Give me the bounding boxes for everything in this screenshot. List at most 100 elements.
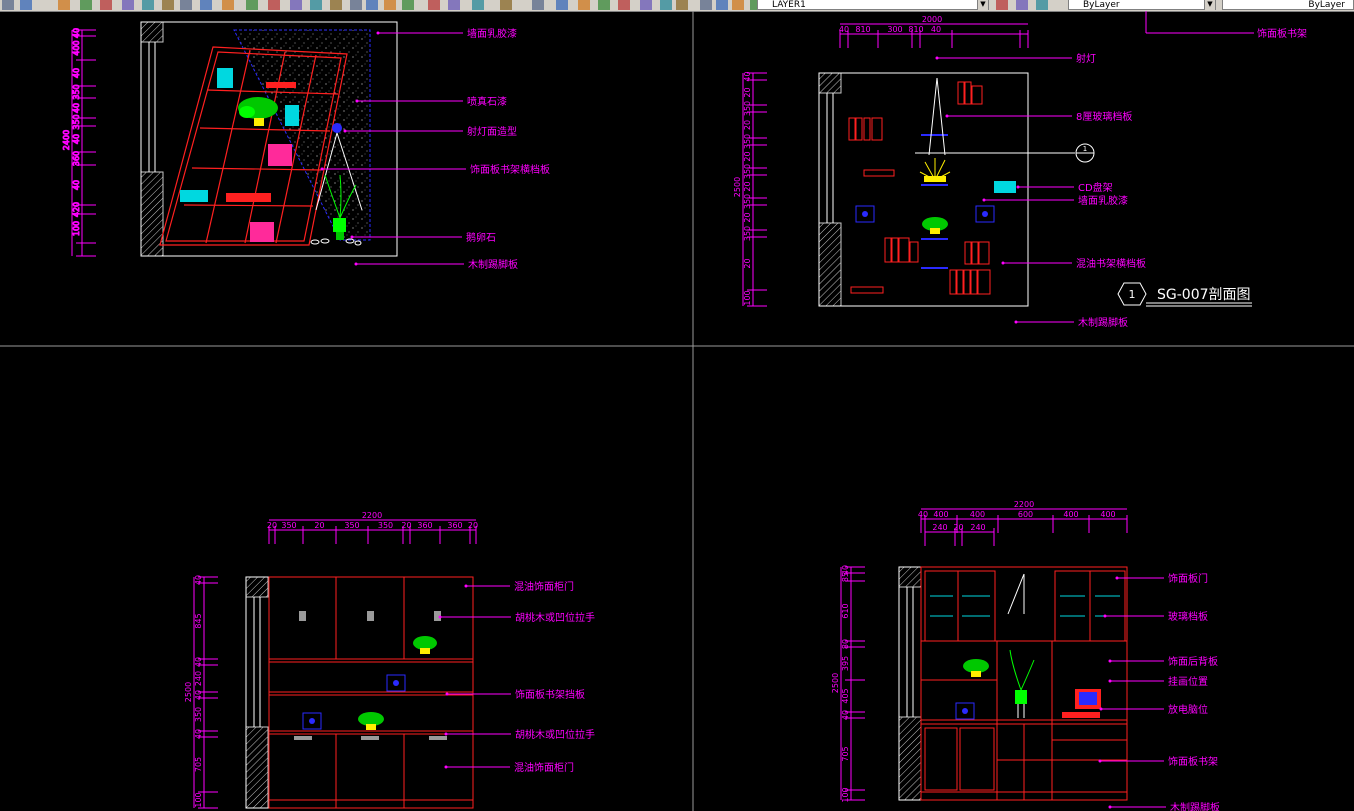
dimension-text: 400 xyxy=(970,510,985,519)
dimension-text: 20 xyxy=(743,87,752,97)
toolbar-tool-icon[interactable] xyxy=(330,0,342,10)
annotation-label: 鹅卵石 xyxy=(466,231,496,244)
toolbar-tool-icon[interactable] xyxy=(1036,0,1048,10)
annotation-label: 饰面板书架挡板 xyxy=(515,688,585,701)
dimension-text: 40 xyxy=(72,180,81,190)
dimension-text: 20 xyxy=(401,521,411,530)
drawing-canvas[interactable]: 40400403504035040360404201002400 墙面乳胶漆喷真… xyxy=(0,11,1354,811)
viewport-borders xyxy=(0,11,1354,811)
toolbar-tool-icon[interactable] xyxy=(162,0,174,10)
toolbar-tool-icon[interactable] xyxy=(402,0,414,10)
books-icon xyxy=(268,144,292,166)
toolbar-tool-icon[interactable] xyxy=(20,0,32,10)
toolbar-tool-icon[interactable] xyxy=(428,0,440,10)
toolbar-tool-icon[interactable] xyxy=(100,0,112,10)
toolbar-tool-icon[interactable] xyxy=(1016,0,1028,10)
annotation-label: 胡桃木或凹位拉手 xyxy=(515,611,595,624)
toolbar-tool-icon[interactable] xyxy=(350,0,362,10)
books-icon xyxy=(180,190,208,202)
annotation-label: 挂画位置 xyxy=(1168,675,1208,688)
toolbar-tool-icon[interactable] xyxy=(80,0,92,10)
toolbar-tool-icon[interactable] xyxy=(290,0,302,10)
dimension-text: 360 xyxy=(417,521,432,530)
viewport-top-right[interactable]: 1 1 SG-007剖面图 饰面板书架 40 810 300 810 402000402… xyxy=(733,11,1307,329)
ornament-icon xyxy=(302,674,406,730)
toolbar-tool-icon[interactable] xyxy=(180,0,192,10)
toolbar-tool-icon[interactable] xyxy=(58,0,70,10)
books-icon xyxy=(848,81,991,295)
linetype-combo[interactable]: ByLayer xyxy=(1222,0,1354,10)
toolbar-tool-icon[interactable] xyxy=(142,0,154,10)
viewport-top-left[interactable]: 40400403504035040360404201002400 墙面乳胶漆喷真… xyxy=(62,21,550,271)
viewport-bottom-right[interactable]: 40 400 400 600 400 400 2200 240 20 240 40 85 610 80 39… xyxy=(831,500,1220,811)
dimension-text: 405 xyxy=(841,688,850,703)
wall-hatch-bottom xyxy=(898,716,922,801)
toolbar-tool-icon[interactable] xyxy=(716,0,728,10)
toolbar-tool-icon[interactable] xyxy=(200,0,212,10)
bonsai-plant-icon xyxy=(963,659,989,677)
books-icon xyxy=(285,105,299,126)
dimension-text: 350 xyxy=(743,194,752,209)
toolbar-tool-icon[interactable] xyxy=(640,0,652,10)
toolbar-tool-icon[interactable] xyxy=(556,0,568,10)
viewport-bottom-left[interactable]: 20 350 20 350 350 20 360 360 20 2200 40 845 40 240 40 3… xyxy=(184,511,595,809)
dimension-text: 20 xyxy=(743,212,752,222)
dimension-text: 350 xyxy=(281,521,296,530)
dimension-text: 350 xyxy=(743,226,752,241)
dimension-text: 420 xyxy=(72,202,81,217)
wall-hatch-top xyxy=(140,21,164,43)
toolbar-tool-icon[interactable] xyxy=(700,0,712,10)
toolbar-tool-icon[interactable] xyxy=(2,0,14,10)
annotation-label: 墙面乳胶漆 xyxy=(1078,194,1128,207)
layer-combo[interactable]: LAYER1 ▼ xyxy=(757,0,989,10)
color-combo-arrow-icon[interactable]: ▼ xyxy=(1204,0,1215,10)
bonsai-plant-icon xyxy=(922,217,948,234)
toolbar-tool-icon[interactable] xyxy=(676,0,688,10)
layer-combo-arrow-icon[interactable]: ▼ xyxy=(977,0,988,10)
annotation-label: 玻璃档板 xyxy=(1168,610,1208,623)
toolbar-tool-icon[interactable] xyxy=(598,0,610,10)
toolbar-tool-icon[interactable] xyxy=(996,0,1008,10)
dimension-total: 2200 xyxy=(362,511,382,520)
dimension-text: 350 xyxy=(743,134,752,149)
toolbar-tool-icon[interactable] xyxy=(500,0,512,10)
toolbar-tool-icon[interactable] xyxy=(246,0,258,10)
dimension-total: 2500 xyxy=(733,177,742,197)
toolbar-tool-icon[interactable] xyxy=(618,0,630,10)
toolbar-tool-icon[interactable] xyxy=(472,0,484,10)
color-combo-value: ByLayer xyxy=(1083,0,1120,10)
dimension-text: 40 xyxy=(72,134,81,144)
annotation-label: CD盘架 xyxy=(1078,181,1113,194)
toolbar-tool-icon[interactable] xyxy=(384,0,396,10)
section-title: SG-007剖面图 xyxy=(1157,287,1251,303)
toolbar-tool-icon[interactable] xyxy=(310,0,322,10)
vase-plant-icon xyxy=(1009,649,1035,718)
dimension-text: 350 xyxy=(194,707,203,722)
annotation-label: 木制踢脚板 xyxy=(1170,801,1220,811)
toolbar-tool-icon[interactable] xyxy=(366,0,378,10)
dimension-text: 810 xyxy=(908,25,923,34)
dimension-text: 400 xyxy=(72,40,81,55)
dimension-text: 20 xyxy=(314,521,324,530)
dimension-text: 100 xyxy=(743,290,752,305)
wall-hatch-bottom xyxy=(245,726,269,809)
toolbar-tool-icon[interactable] xyxy=(448,0,460,10)
annotation-label: 饰面板书架横档板 xyxy=(470,163,550,176)
dimension-text: 20 xyxy=(743,181,752,191)
dimension-total: 2500 xyxy=(184,682,193,702)
dimension-text: 240 xyxy=(194,671,203,686)
ornament-icon xyxy=(955,702,975,720)
header-label: 饰面板书架 xyxy=(1257,27,1307,40)
toolbar-tool-icon[interactable] xyxy=(660,0,672,10)
dimension-text: 20 xyxy=(267,521,277,530)
color-combo[interactable]: ByLayer ▼ xyxy=(1068,0,1216,10)
toolbar-tool-icon[interactable] xyxy=(532,0,544,10)
toolbar-tool-icon[interactable] xyxy=(578,0,590,10)
toolbar-tool-icon[interactable] xyxy=(122,0,134,10)
spotlight-icon xyxy=(332,123,342,133)
toolbar-tool-icon[interactable] xyxy=(732,0,744,10)
toolbar-tool-icon[interactable] xyxy=(222,0,234,10)
toolbar-tool-icon[interactable] xyxy=(268,0,280,10)
dimension-text: 360 xyxy=(447,521,462,530)
annotation-label: 射灯面造型 xyxy=(467,125,517,138)
